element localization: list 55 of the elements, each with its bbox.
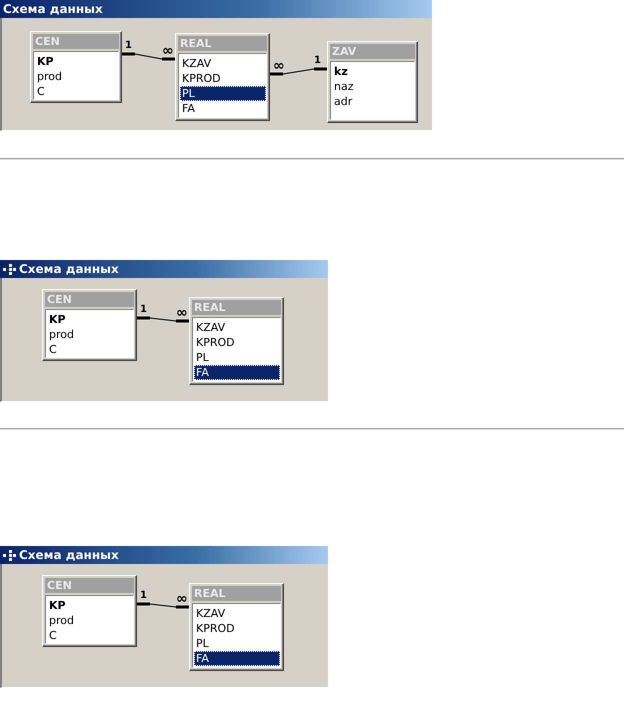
cardinality-label: 1 <box>314 56 321 66</box>
field-item[interactable]: KPROD <box>194 621 280 636</box>
window-title: Схема данных <box>19 548 119 562</box>
relationship-line[interactable] <box>137 602 189 608</box>
cardinality-label: 1 <box>140 591 147 601</box>
table-window[interactable]: CEN KP prod C <box>30 31 122 103</box>
field-item[interactable]: KP <box>35 54 118 69</box>
table-title: ZAV <box>330 44 415 59</box>
cardinality-label: ∞ <box>273 61 285 71</box>
field-item[interactable]: PL <box>194 636 280 651</box>
field-item[interactable]: PL <box>180 86 266 101</box>
field-item[interactable]: FA <box>194 365 280 380</box>
table-window[interactable]: REAL KZAV KPROD PL FA <box>189 583 284 671</box>
table-title: REAL <box>192 300 281 315</box>
field-item[interactable]: C <box>35 84 118 99</box>
field-item[interactable]: KZAV <box>180 56 266 71</box>
table-title: CEN <box>45 292 134 307</box>
field-item[interactable]: prod <box>47 613 133 628</box>
field-item[interactable]: FA <box>180 101 266 116</box>
field-item[interactable]: C <box>47 342 133 357</box>
table-title: CEN <box>45 578 134 593</box>
cardinality-label: ∞ <box>162 46 174 56</box>
cardinality-label: ∞ <box>176 594 188 604</box>
table-window[interactable]: ZAV kz naz adr <box>327 41 418 123</box>
field-item[interactable]: C <box>47 628 133 643</box>
field-item[interactable]: KPROD <box>194 335 280 350</box>
field-item[interactable]: KPROD <box>180 71 266 86</box>
field-item[interactable]: prod <box>35 69 118 84</box>
table-window[interactable]: REAL KZAV KPROD PL FA <box>189 297 284 385</box>
relationships-icon <box>3 550 16 560</box>
field-item[interactable]: FA <box>194 651 280 666</box>
window-title: Схема данных <box>3 2 103 16</box>
field-item[interactable]: prod <box>47 327 133 342</box>
relationship-line[interactable] <box>270 68 327 76</box>
table-window[interactable]: CEN KP prod C <box>42 575 137 647</box>
cardinality-label: 1 <box>125 41 132 51</box>
table-window[interactable]: REAL KZAV KPROD PL FA <box>175 33 270 121</box>
table-window[interactable]: CEN KP prod C <box>42 289 137 361</box>
field-item[interactable]: adr <box>332 94 414 109</box>
window-title: Схема данных <box>19 262 119 276</box>
field-item[interactable]: KZAV <box>194 606 280 621</box>
field-item[interactable]: KZAV <box>194 320 280 335</box>
field-item[interactable]: naz <box>332 79 414 94</box>
table-title: REAL <box>192 586 281 601</box>
relationship-line[interactable] <box>122 52 175 60</box>
relationship-line[interactable] <box>137 316 189 322</box>
cardinality-label: 1 <box>140 305 147 315</box>
table-title: CEN <box>33 34 119 49</box>
field-item[interactable]: kz <box>332 64 414 79</box>
field-item[interactable]: KP <box>47 598 133 613</box>
cardinality-label: ∞ <box>176 308 188 318</box>
relationships-icon <box>3 264 16 274</box>
field-item[interactable]: PL <box>194 350 280 365</box>
field-item[interactable]: KP <box>47 312 133 327</box>
table-title: REAL <box>178 36 267 51</box>
